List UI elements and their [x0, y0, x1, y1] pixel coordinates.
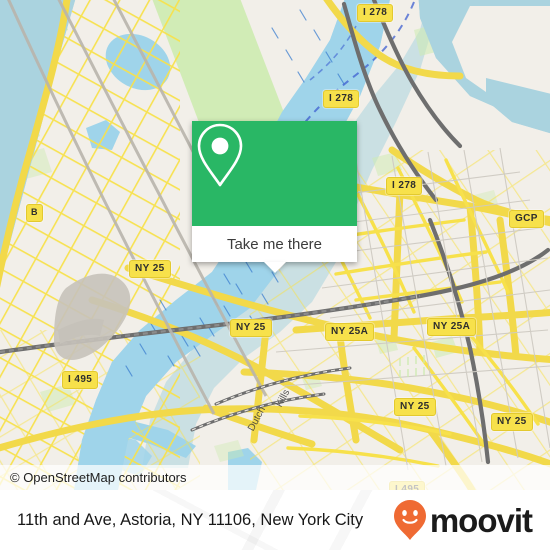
map-screenshot: I 278 I 278 I 278 GCP B NY 25 NY 25 NY 2…	[0, 0, 550, 550]
map-attribution-bar: © OpenStreetMap contributors	[0, 465, 550, 490]
popup-pointer-tail	[263, 262, 286, 273]
road-shield-i278-right: I 278	[386, 177, 423, 195]
moovit-smiley-pin-icon	[393, 500, 426, 540]
attribution-text: © OpenStreetMap contributors	[10, 470, 187, 485]
popup-action[interactable]: Take me there	[192, 226, 357, 262]
road-shield-i278-top: I 278	[357, 4, 394, 22]
take-me-there-label: Take me there	[226, 235, 323, 253]
road-shield-b: B	[26, 204, 43, 222]
road-shield-ny25-left: NY 25	[129, 260, 171, 278]
map-pin-icon	[197, 123, 243, 187]
road-shield-ny25-lower: NY 25	[394, 398, 436, 416]
road-shield-ny25-right: NY 25	[491, 413, 533, 431]
map-canvas[interactable]: I 278 I 278 I 278 GCP B NY 25 NY 25 NY 2…	[0, 0, 550, 490]
moovit-brand: moovit	[393, 499, 550, 541]
road-shield-gcp: GCP	[509, 210, 544, 228]
road-shield-ny25a-left: NY 25A	[325, 323, 375, 341]
road-shield-ny25a-right: NY 25A	[427, 318, 477, 336]
popup-header	[192, 121, 357, 226]
location-popup-card[interactable]: Take me there	[192, 121, 357, 273]
moovit-wordmark: moovit	[429, 501, 533, 539]
road-shield-ny25-mid: NY 25	[230, 319, 272, 337]
road-shield-i278-mid: I 278	[323, 90, 360, 108]
footer-bar: 11th and Ave, Astoria, NY 11106, New Yor…	[0, 490, 550, 550]
road-shield-i495-left: I 495	[62, 371, 99, 389]
address-label: 11th and Ave, Astoria, NY 11106, New Yor…	[17, 510, 364, 529]
